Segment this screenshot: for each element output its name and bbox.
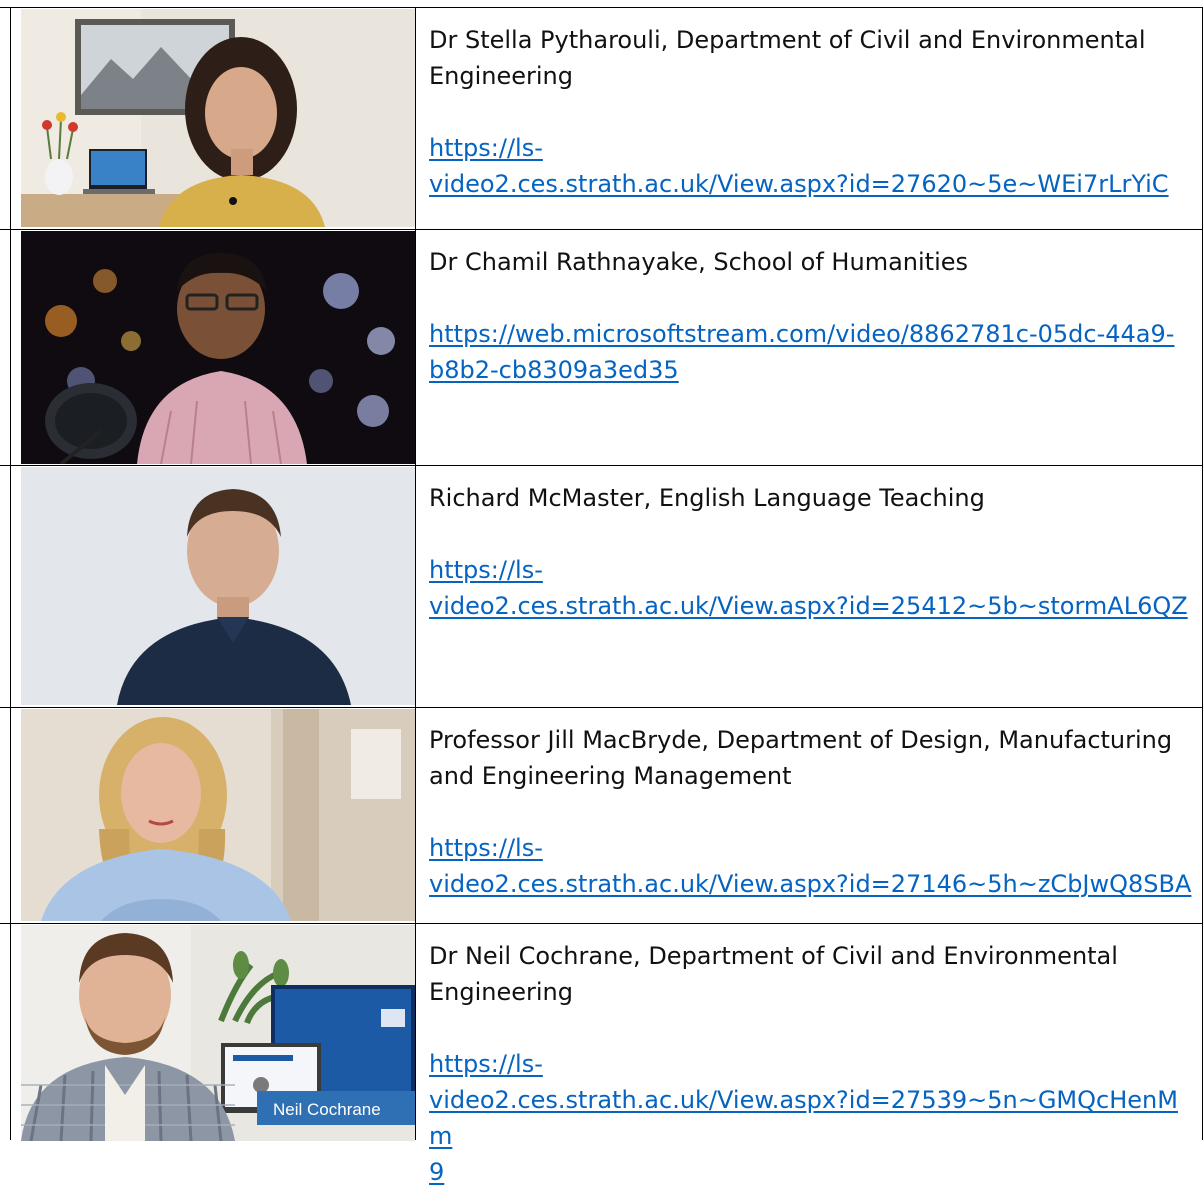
video-thumbnail-cell [10,8,415,229]
video-thumbnail[interactable]: Neil Cochrane [21,925,415,1141]
table-row: Richard McMaster, English Language Teach… [0,465,1203,707]
video-thumbnail[interactable] [21,231,415,464]
table-row: Dr Stella Pytharouli, Department of Civi… [0,7,1203,229]
video-thumbnail[interactable] [21,709,415,921]
video-thumbnail-cell: Neil Cochrane [10,924,415,1141]
video-link[interactable]: https://ls- video2.ces.strath.ac.uk/View… [429,834,1191,898]
video-thumbnail-cell [10,466,415,707]
presenter-name: Dr Chamil Rathnayake, School of Humaniti… [429,248,969,276]
presenter-name: Richard McMaster, English Language Teach… [429,484,985,512]
video-thumbnail[interactable] [21,9,415,227]
presenter-name: Dr Stella Pytharouli, Department of Civi… [429,26,1146,90]
video-thumbnail[interactable] [21,467,415,705]
video-link[interactable]: https://ls- video2.ces.strath.ac.uk/View… [429,556,1188,620]
entry-text: Dr Neil Cochrane, Department of Civil an… [429,938,1199,1190]
video-link[interactable]: https://web.microsoftstream.com/video/88… [429,320,1174,384]
presenter-name: Dr Neil Cochrane, Department of Civil an… [429,942,1118,1006]
table-row: Neil Cochrane Dr Neil Cochrane, Departme… [0,923,1203,1186]
video-link[interactable]: https://ls- video2.ces.strath.ac.uk/View… [429,1050,1178,1186]
table-row: Dr Chamil Rathnayake, School of Humaniti… [0,229,1203,465]
video-thumbnail-cell [10,708,415,923]
presenter-name: Professor Jill MacBryde, Department of D… [429,726,1173,790]
video-link[interactable]: https://ls- video2.ces.strath.ac.uk/View… [429,134,1169,198]
video-caption: Neil Cochrane [273,1100,381,1119]
entry-text: Dr Chamil Rathnayake, School of Humaniti… [429,244,1199,388]
entry-text: Dr Stella Pytharouli, Department of Civi… [429,22,1199,202]
entry-text: Richard McMaster, English Language Teach… [429,480,1199,624]
entry-text: Professor Jill MacBryde, Department of D… [429,722,1199,902]
table-row: Professor Jill MacBryde, Department of D… [0,707,1203,923]
video-thumbnail-cell [10,230,415,465]
video-table: Dr Stella Pytharouli, Department of Civi… [0,0,1203,1186]
